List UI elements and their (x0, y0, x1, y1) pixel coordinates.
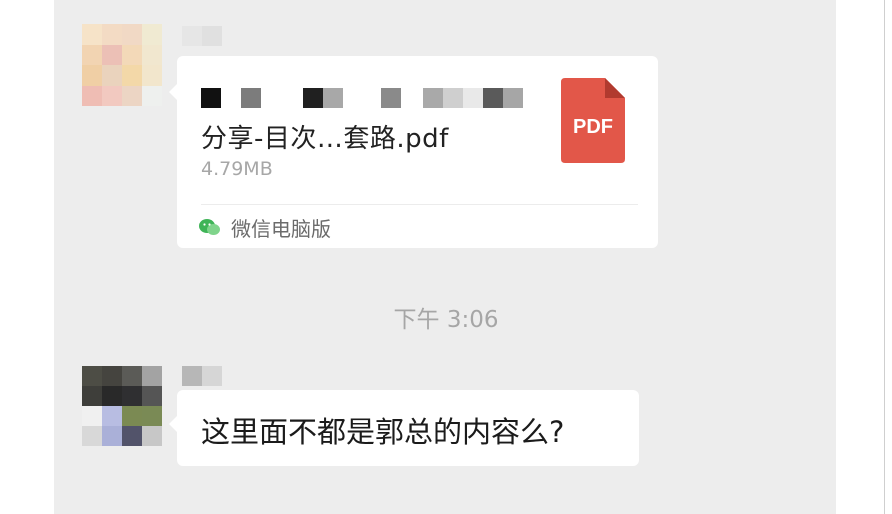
message-timestamp: 下午 3:06 (393, 307, 499, 333)
card-divider (201, 204, 638, 205)
sender-avatar-2[interactable] (82, 366, 162, 446)
message-text: 这里面不都是郭总的内容么? (201, 415, 565, 449)
file-message-card[interactable]: 分享-目次…套路.pdf 4.79MB PDF 微信电脑版 (169, 56, 658, 248)
wechat-icon (199, 219, 220, 235)
text-message-bubble[interactable]: 这里面不都是郭总的内容么? (169, 390, 639, 466)
pdf-file-icon: PDF (561, 78, 625, 163)
file-size: 4.79MB (201, 158, 273, 180)
sender-name (182, 26, 222, 46)
source-row: 微信电脑版 (199, 214, 331, 241)
sender-name-2 (182, 366, 222, 386)
left-margin (0, 0, 54, 514)
file-name-redacted (201, 88, 531, 108)
sender-avatar[interactable] (82, 24, 162, 106)
source-app-label: 微信电脑版 (231, 216, 331, 241)
file-name: 分享-目次…套路.pdf (201, 124, 449, 154)
pdf-badge-label: PDF (573, 116, 613, 138)
window-edge-line (884, 0, 885, 514)
